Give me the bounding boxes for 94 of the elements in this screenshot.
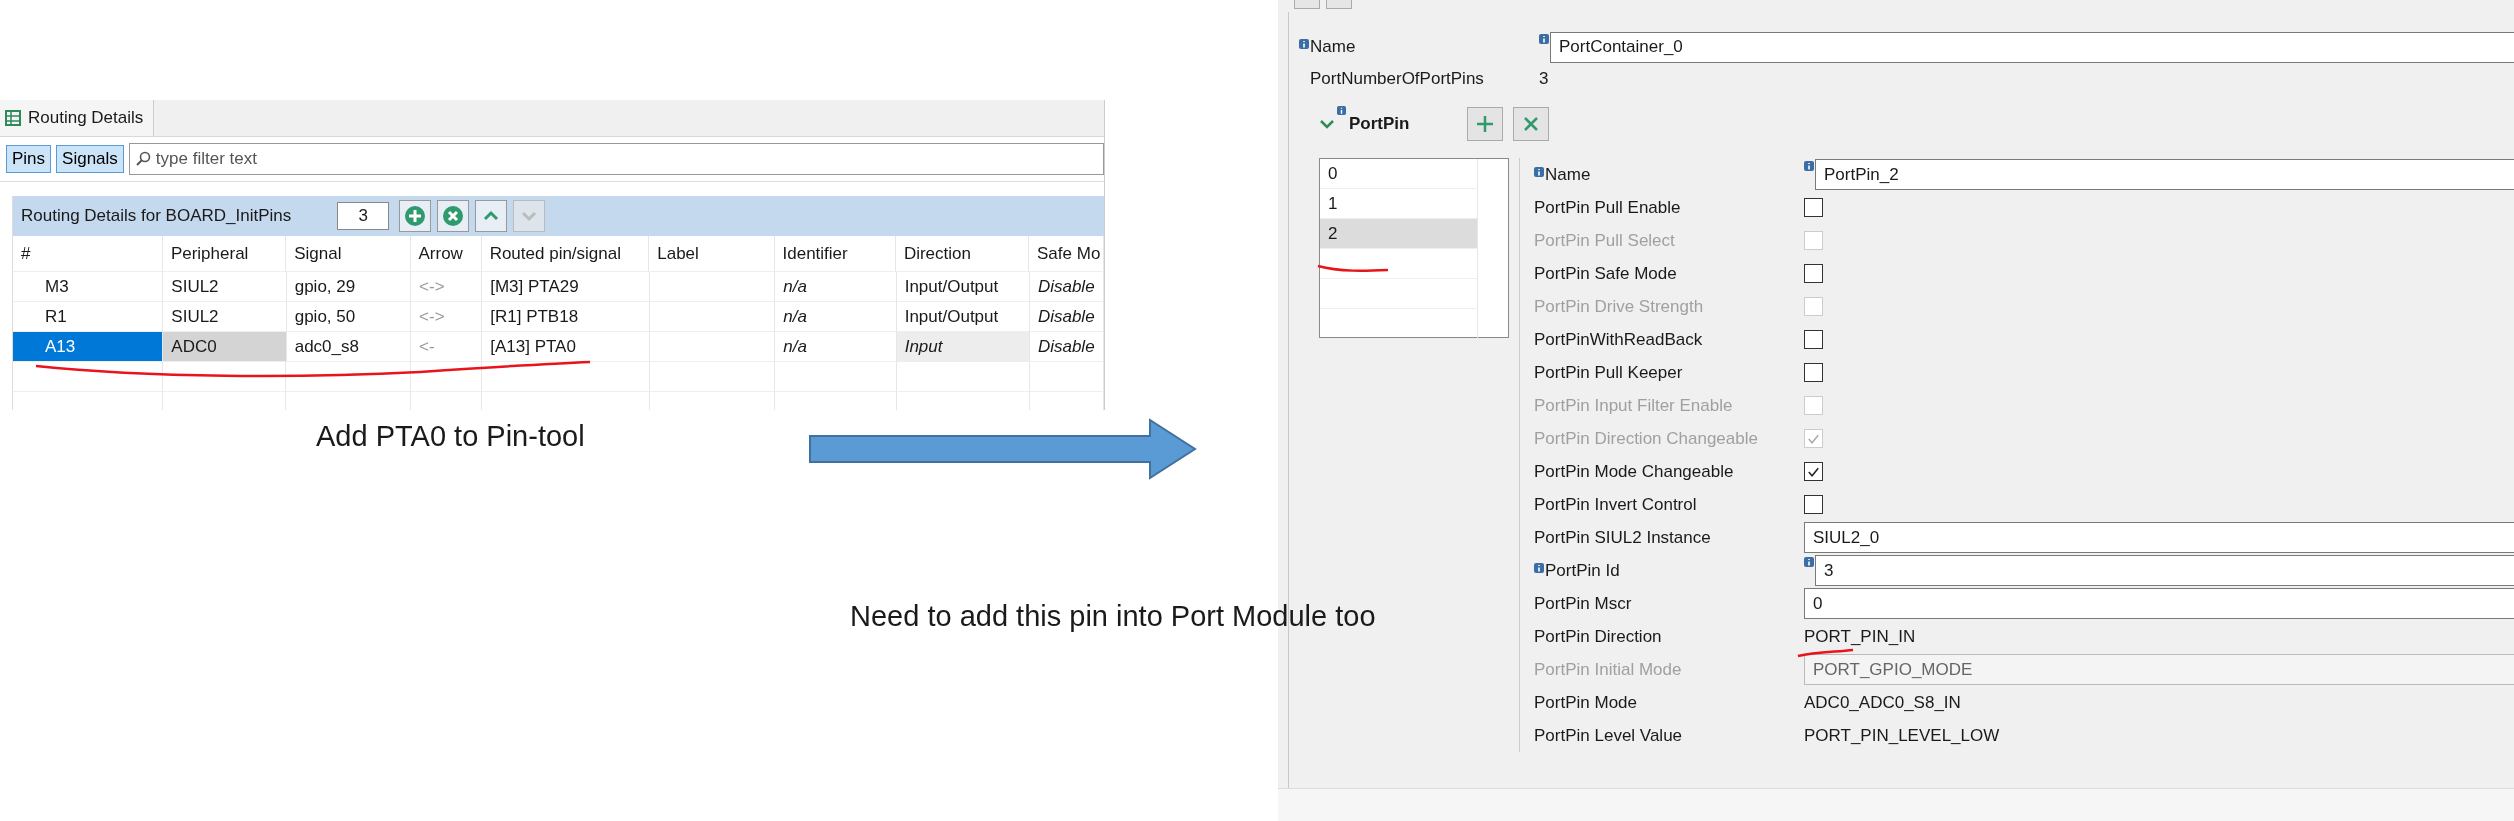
table-cell: [M3] PTA29 bbox=[482, 272, 650, 302]
column-header[interactable]: Direction bbox=[895, 236, 1030, 272]
property-label: PortPin Input Filter Enable bbox=[1534, 395, 1733, 416]
column-header[interactable]: Peripheral bbox=[162, 236, 287, 272]
property-label: PortPin Id bbox=[1545, 560, 1620, 581]
table-cell: Input bbox=[896, 332, 1030, 362]
property-label: PortPin Drive Strength bbox=[1534, 296, 1704, 317]
property-label: PortPin Pull Enable bbox=[1534, 197, 1681, 218]
list-item[interactable]: 2 bbox=[1320, 219, 1478, 249]
text-field[interactable]: 3 bbox=[1815, 555, 2514, 586]
table-cell: <-> bbox=[411, 272, 483, 302]
property-label: PortPin Mode bbox=[1534, 692, 1637, 713]
property-label: PortPin Pull Select bbox=[1534, 230, 1675, 251]
property-label: PortPin Level Value bbox=[1534, 725, 1683, 746]
routing-details-tab[interactable]: Routing Details bbox=[0, 100, 155, 136]
property-label: PortPin SIUL2 Instance bbox=[1534, 527, 1711, 548]
text-field[interactable]: SIUL2_0 bbox=[1804, 522, 2514, 553]
view-toggle-button[interactable]: Signals bbox=[56, 145, 124, 173]
plus-icon bbox=[404, 205, 427, 227]
property-label: PortPin Mscr bbox=[1534, 593, 1632, 614]
table-cell: n/a bbox=[775, 332, 897, 362]
up-button[interactable] bbox=[475, 200, 508, 232]
table-cell: gpio, 29 bbox=[286, 272, 412, 302]
close-icon bbox=[442, 205, 465, 227]
list-item[interactable]: 0 bbox=[1320, 159, 1478, 189]
add-button[interactable] bbox=[1467, 107, 1503, 141]
info-icon bbox=[1539, 33, 1549, 44]
view-toggle-button[interactable]: Pins bbox=[6, 145, 52, 173]
property-label: PortPin Initial Mode bbox=[1534, 659, 1682, 680]
field-value: 3 bbox=[1539, 69, 1549, 89]
search-icon bbox=[134, 151, 151, 167]
checkbox[interactable] bbox=[1804, 330, 1823, 349]
underline-mark bbox=[1797, 648, 1854, 658]
table-cell: n/a bbox=[775, 272, 897, 302]
column-header[interactable]: Safe Mo bbox=[1029, 236, 1104, 272]
count-field[interactable]: 3 bbox=[337, 202, 390, 230]
underline-mark bbox=[1317, 264, 1389, 272]
field-label: PortNumberOfPortPins bbox=[1310, 69, 1484, 89]
checkbox[interactable] bbox=[1804, 363, 1823, 382]
property-label: PortPin Invert Control bbox=[1534, 494, 1697, 515]
remove-button[interactable] bbox=[437, 200, 470, 232]
property-value: ADC0_ADC0_S8_IN bbox=[1804, 692, 1961, 713]
property-label: PortPin Direction bbox=[1534, 626, 1662, 647]
table-cell: M3 bbox=[13, 272, 164, 302]
checkbox[interactable] bbox=[1804, 198, 1823, 217]
column-header[interactable]: # bbox=[13, 236, 163, 272]
empty-cell bbox=[410, 362, 482, 392]
text-field[interactable]: 0 bbox=[1804, 588, 2514, 619]
text-field[interactable]: PortPin_2 bbox=[1815, 159, 2514, 190]
section-title: PortPin bbox=[1349, 114, 1410, 134]
property-label: PortPin Mode Changeable bbox=[1534, 461, 1734, 482]
info-icon bbox=[1804, 557, 1814, 567]
checkbox[interactable] bbox=[1804, 264, 1823, 283]
column-header[interactable]: Identifier bbox=[774, 236, 896, 272]
checkbox[interactable] bbox=[1804, 495, 1823, 514]
checkbox[interactable] bbox=[1804, 462, 1823, 481]
table-cell: Disable bbox=[1029, 272, 1104, 302]
property-label: PortPinWithReadBack bbox=[1534, 329, 1703, 350]
table-cell: Disable bbox=[1029, 302, 1104, 332]
property-label: PortPin Direction Changeable bbox=[1534, 428, 1758, 449]
property-label: PortPin Pull Keeper bbox=[1534, 362, 1683, 383]
table-cell: [A13] PTA0 bbox=[482, 332, 650, 362]
name-field[interactable]: PortContainer_0 bbox=[1550, 31, 2514, 63]
toolbar-button[interactable] bbox=[1326, 0, 1352, 9]
table-icon bbox=[4, 109, 22, 127]
table-cell: [R1] PTB18 bbox=[482, 302, 650, 332]
remove-button[interactable] bbox=[1513, 107, 1549, 141]
property-value: PORT_PIN_LEVEL_LOW bbox=[1804, 725, 2000, 746]
table-cell: <- bbox=[411, 332, 483, 362]
add-button[interactable] bbox=[399, 200, 432, 232]
plus-icon bbox=[1475, 114, 1495, 134]
table-cell: Disable bbox=[1029, 332, 1104, 362]
property-value: PORT_PIN_IN bbox=[1804, 626, 1916, 647]
table-cell: Input/Output bbox=[896, 272, 1030, 302]
table-cell: adc0_s8 bbox=[286, 332, 412, 362]
table-cell: gpio, 50 bbox=[286, 302, 412, 332]
info-icon bbox=[1804, 161, 1814, 171]
annotation-text: Add PTA0 to Pin-tool bbox=[316, 420, 585, 453]
column-header[interactable]: Routed pin/signal bbox=[481, 236, 650, 272]
group-title: Routing Details for BOARD_InitPins bbox=[21, 206, 292, 226]
column-header[interactable]: Arrow bbox=[410, 236, 482, 272]
column-header[interactable]: Signal bbox=[286, 236, 411, 272]
field-label: Name bbox=[1310, 37, 1356, 57]
table-cell: ADC0 bbox=[163, 332, 287, 362]
table-cell: SIUL2 bbox=[163, 272, 287, 302]
property-label: PortPin Safe Mode bbox=[1534, 263, 1677, 284]
table-cell: <-> bbox=[411, 302, 483, 332]
property-label: Name bbox=[1545, 164, 1591, 185]
table-cell: A13 bbox=[13, 332, 164, 362]
table-cell: n/a bbox=[775, 302, 897, 332]
toolbar-button[interactable] bbox=[1294, 0, 1320, 9]
annotation-text: Need to add this pin into Port Module too bbox=[850, 600, 1376, 633]
filter-field[interactable]: type filter text bbox=[128, 143, 1104, 175]
column-header[interactable]: Label bbox=[649, 236, 775, 272]
